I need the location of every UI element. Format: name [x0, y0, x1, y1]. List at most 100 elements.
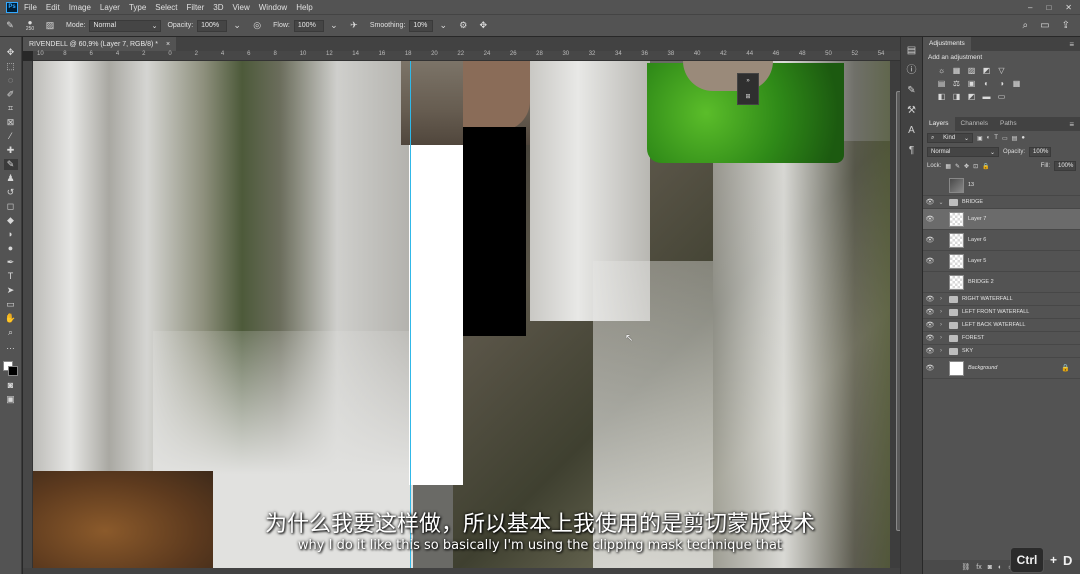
group-row-right-waterfall[interactable]: 👁 › RIGHT WATERFALL — [923, 293, 1080, 306]
layer-row-bridge-2[interactable]: 👁 BRIDGE 2 — [923, 272, 1080, 293]
dodge-tool-icon[interactable]: ● — [4, 243, 18, 254]
lock-transparent-icon[interactable]: ▦ — [945, 163, 951, 170]
visibility-eye-icon[interactable]: 👁 — [923, 364, 937, 372]
close-tab-icon[interactable]: × — [166, 41, 170, 48]
exposure-icon[interactable]: ◩ — [982, 66, 991, 75]
photo-filter-icon[interactable]: ◐ — [982, 79, 991, 88]
vertical-ruler[interactable] — [23, 61, 33, 570]
layers-menu-icon[interactable]: ≡ — [1069, 120, 1074, 129]
add-mask-icon[interactable]: ◙ — [988, 564, 992, 571]
flow-chevron-icon[interactable]: ⌄ — [328, 20, 340, 32]
info-panel-icon[interactable]: ⓘ — [906, 65, 918, 77]
share-icon[interactable]: ⇪ — [1062, 20, 1070, 31]
blend-mode-select[interactable]: Normal ⌄ — [927, 147, 999, 157]
search-icon[interactable]: ⌕ — [1023, 20, 1029, 31]
symmetry-icon[interactable]: ✥ — [477, 20, 489, 32]
smoothing-field[interactable]: 10% — [409, 19, 434, 32]
vertical-scrollbar[interactable] — [890, 61, 902, 570]
paint-bucket-tool-icon[interactable]: ◆ — [4, 215, 18, 226]
rectangle-tool-icon[interactable]: ▭ — [4, 299, 18, 310]
brush-settings-icon[interactable]: ✎ — [906, 85, 918, 97]
new-adjustment-icon[interactable]: ◐ — [998, 564, 1002, 571]
menu-3d[interactable]: 3D — [213, 3, 223, 12]
filter-shape-icon[interactable]: ▭ — [1002, 135, 1008, 142]
group-row-bridge[interactable]: 👁 ⌄ BRIDGE — [923, 196, 1080, 209]
layer-row-layer-7[interactable]: 👁 Layer 7 — [923, 209, 1080, 230]
color-lookup-icon[interactable]: ▦ — [1012, 79, 1021, 88]
kind-filter-select[interactable]: ⌕ Kind ⌄ — [927, 133, 973, 143]
group-row-sky[interactable]: 👁 › SKY — [923, 345, 1080, 358]
gradient-map-icon[interactable]: ▬ — [982, 92, 991, 101]
chevron-down-icon[interactable]: ⌄ — [937, 199, 945, 206]
lasso-tool-icon[interactable]: ◌ — [4, 75, 18, 86]
smoothing-chevron-icon[interactable]: ⌄ — [437, 20, 449, 32]
hand-tool-icon[interactable]: ✋ — [4, 313, 18, 324]
mode-select[interactable]: Normal ⌄ — [89, 19, 162, 32]
chevron-right-icon[interactable]: › — [937, 322, 945, 328]
group-row-forest[interactable]: 👁 › FOREST — [923, 332, 1080, 345]
minimize-button[interactable]: – — [1028, 3, 1032, 12]
brush-preset-picker[interactable]: ● 250 — [24, 18, 36, 32]
layer-row-layer-5[interactable]: 👁 Layer 5 — [923, 251, 1080, 272]
visibility-eye-icon[interactable]: 👁 — [923, 257, 937, 265]
filter-smart-icon[interactable]: ▤ — [1012, 135, 1018, 142]
visibility-eye-icon[interactable]: 👁 — [923, 278, 937, 286]
layer-opacity-field[interactable]: 100% — [1029, 147, 1052, 157]
glyphs-icon[interactable]: A — [906, 125, 918, 137]
path-selection-tool-icon[interactable]: ➤ — [4, 285, 18, 296]
menu-filter[interactable]: Filter — [187, 3, 205, 12]
visibility-eye-icon[interactable]: 👁 — [923, 295, 937, 303]
link-layers-icon[interactable]: ⛓ — [961, 563, 970, 571]
vibrance-icon[interactable]: ▽ — [997, 66, 1006, 75]
guide-line[interactable] — [410, 61, 411, 570]
brush-tool-icon[interactable]: ✎ — [3, 159, 18, 170]
healing-brush-tool-icon[interactable]: ✚ — [4, 145, 18, 156]
menu-select[interactable]: Select — [155, 3, 177, 12]
properties-icon[interactable]: ⊞ — [745, 93, 750, 100]
panel-menu-icon[interactable]: ≡ — [1069, 40, 1074, 49]
selective-color-icon[interactable]: ▭ — [997, 92, 1006, 101]
flow-field[interactable]: 100% — [293, 19, 324, 32]
eyedropper-tool-icon[interactable]: ⁄ — [4, 131, 18, 142]
chevron-right-icon[interactable]: › — [937, 335, 945, 341]
history-panel-icon[interactable]: ▤ — [906, 45, 918, 57]
paragraph-icon[interactable]: ¶ — [906, 145, 918, 157]
quick-mask-icon[interactable]: ◙ — [4, 380, 18, 391]
layer-row-background[interactable]: 👁 Background 🔒 — [923, 358, 1080, 379]
blur-tool-icon[interactable]: ◗ — [4, 229, 18, 240]
hue-saturation-icon[interactable]: ▤ — [937, 79, 946, 88]
chevron-right-icon[interactable]: › — [937, 348, 945, 354]
more-tools-icon[interactable]: … — [4, 341, 18, 352]
history-brush-tool-icon[interactable]: ↺ — [4, 187, 18, 198]
channel-mixer-icon[interactable]: ◑ — [997, 79, 1006, 88]
frame-tool-icon[interactable]: ⊠ — [4, 117, 18, 128]
quick-select-tool-icon[interactable]: ✐ — [4, 89, 18, 100]
color-balance-icon[interactable]: ⚖ — [952, 79, 961, 88]
tab-adjustments[interactable]: Adjustments — [923, 37, 971, 51]
workspace-icon[interactable]: ▭ — [1040, 20, 1049, 31]
zoom-tool-icon[interactable]: ⌕ — [4, 327, 18, 338]
levels-icon[interactable]: ▦ — [952, 66, 961, 75]
visibility-eye-icon[interactable]: 👁 — [923, 236, 937, 244]
filter-adjustment-icon[interactable]: ◐ — [987, 135, 991, 141]
floating-properties-widget[interactable]: » ⊞ — [737, 73, 759, 105]
fill-field[interactable]: 100% — [1054, 161, 1076, 171]
expand-icon[interactable]: » — [746, 78, 749, 84]
curves-icon[interactable]: ▨ — [967, 66, 976, 75]
filter-pixel-icon[interactable]: ▣ — [977, 135, 983, 142]
menu-window[interactable]: Window — [259, 3, 287, 12]
visibility-eye-icon[interactable]: 👁 — [923, 347, 937, 355]
pressure-opacity-icon[interactable]: ◎ — [251, 20, 263, 32]
threshold-icon[interactable]: ◩ — [967, 92, 976, 101]
smoothing-settings-gear-icon[interactable]: ⚙ — [457, 20, 469, 32]
document-tab[interactable]: RIVENDELL @ 60,9% (Layer 7, RGB/8) * × — [23, 37, 177, 51]
menu-help[interactable]: Help — [296, 3, 312, 12]
clone-stamp-tool-icon[interactable]: ♟ — [4, 173, 18, 184]
visibility-eye-icon[interactable]: 👁 — [923, 215, 937, 223]
lock-image-icon[interactable]: ✎ — [955, 163, 960, 170]
tab-paths[interactable]: Paths — [994, 117, 1023, 131]
lock-artboard-icon[interactable]: ⊡ — [973, 163, 978, 170]
brush-panel-toggle-icon[interactable]: ▨ — [44, 20, 56, 32]
menu-file[interactable]: File — [24, 3, 37, 12]
opacity-field[interactable]: 100% — [197, 19, 228, 32]
